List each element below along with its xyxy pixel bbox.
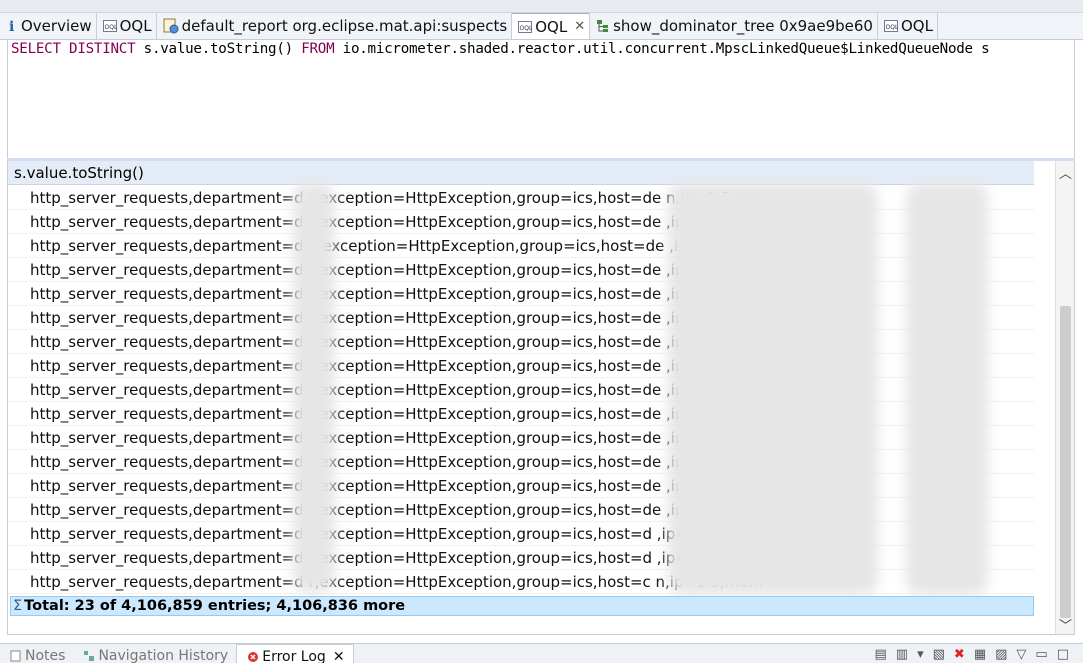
export-icon[interactable]: ▤ — [874, 647, 886, 662]
total-row[interactable]: Σ Total: 23 of 4,106,859 entries; 4,106,8… — [10, 596, 1034, 616]
table-row[interactable]: http_server_requests,department=d r,exce… — [8, 450, 1034, 474]
table-row[interactable]: http_server_requests,department=d r,exce… — [8, 522, 1034, 546]
dropdown-icon[interactable]: ▾ — [917, 647, 924, 662]
maximize-icon[interactable]: □ — [1057, 647, 1069, 662]
delete-icon[interactable]: ✖ — [954, 647, 965, 662]
svg-text:OQL: OQL — [104, 24, 117, 31]
editor-tab-strip: i Overview OQL OQL default_report org.ec… — [0, 13, 1083, 40]
table-row[interactable]: http_server_requests,department=d r,exce… — [8, 306, 1034, 330]
table-row[interactable]: http_server_requests,department=d r,exce… — [8, 258, 1034, 282]
tab-oql-3[interactable]: OQL OQL — [878, 13, 938, 39]
tab-label: OQL — [119, 17, 152, 35]
tree-icon — [596, 19, 610, 33]
table-row[interactable]: http_server_requests,department=d r,exce… — [8, 474, 1034, 498]
report-icon — [163, 18, 179, 34]
svg-text:OQL: OQL — [520, 25, 533, 32]
tab-error-log[interactable]: Error Log ✕ — [236, 644, 354, 663]
oql-query-editor[interactable]: SELECT DISTINCT s.value.toString() FROM … — [7, 40, 1075, 158]
oql-icon: OQL — [883, 19, 898, 33]
table-row[interactable]: http_server_requests,department=d r,exce… — [8, 210, 1034, 234]
query-target-class: io.micrometer.shaded.reactor.util.concur… — [334, 41, 990, 57]
restore-icon[interactable]: ▨ — [995, 647, 1007, 662]
table-row[interactable]: http_server_requests,department=d r,exce… — [8, 402, 1034, 426]
tab-label: Overview — [21, 17, 92, 35]
redaction-blur — [668, 183, 878, 595]
table-row[interactable]: http_server_requests,department=d r,exce… — [8, 426, 1034, 450]
sigma-icon: Σ — [13, 598, 23, 614]
notes-icon — [10, 650, 22, 662]
tab-navigation-history[interactable]: Navigation History — [73, 644, 236, 663]
redaction-blur — [293, 183, 335, 593]
tab-overview[interactable]: i Overview — [0, 13, 97, 39]
tab-label: OQL — [900, 17, 933, 35]
view-toolbar: ▤ ▥ ▾ ▧ ✖ ▦ ▨ ▽ ▭ □ — [874, 647, 1069, 662]
table-row[interactable]: http_server_requests,department=d r,exce… — [8, 282, 1034, 306]
scrollbar-thumb[interactable] — [1060, 306, 1071, 618]
tab-label: Error Log — [262, 649, 326, 663]
keyword-from: FROM — [301, 41, 335, 57]
svg-text:i: i — [9, 19, 14, 33]
tab-oql-active[interactable]: OQL OQL ✕ — [512, 13, 591, 39]
keyword-select: SELECT DISTINCT — [11, 41, 136, 57]
table-row[interactable]: http_server_requests,department=d r,exce… — [8, 186, 1034, 210]
tab-notes[interactable]: Notes — [0, 644, 73, 663]
history-icon — [83, 650, 95, 662]
scroll-up-icon[interactable]: ︿ — [1056, 163, 1074, 182]
tab-dominator-tree[interactable]: show_dominator_tree 0x9ae9be60 — [590, 13, 878, 39]
clear-log-icon[interactable]: ▧ — [933, 647, 945, 662]
close-icon[interactable]: ✕ — [333, 649, 345, 663]
total-label: Total: 23 of 4,106,859 entries; 4,106,83… — [24, 598, 406, 614]
tab-label: Navigation History — [98, 648, 229, 663]
svg-text:OQL: OQL — [885, 24, 898, 31]
redaction-blur — [906, 183, 988, 595]
scroll-down-icon[interactable]: ﹀ — [1056, 615, 1074, 634]
column-header[interactable]: s.value.toString() — [8, 161, 1034, 185]
table-row[interactable]: http_server_requests,department=d r,exce… — [8, 354, 1034, 378]
close-icon[interactable]: ✕ — [574, 19, 585, 34]
error-log-icon — [247, 651, 259, 663]
query-expression: s.value.toString() — [135, 41, 302, 57]
table-row[interactable]: http_server_requests,department=d r,exce… — [8, 546, 1034, 570]
open-log-icon[interactable]: ▦ — [974, 647, 986, 662]
tab-default-report[interactable]: default_report org.eclipse.mat.api:suspe… — [157, 13, 513, 39]
import-icon[interactable]: ▥ — [896, 647, 908, 662]
table-rows: http_server_requests,department=d r,exce… — [8, 186, 1034, 594]
tab-label: show_dominator_tree 0x9ae9be60 — [613, 17, 873, 35]
table-row[interactable]: http_server_requests,department=d r,exce… — [8, 498, 1034, 522]
result-table: s.value.toString() http_server_requests,… — [7, 161, 1075, 635]
vertical-scrollbar[interactable]: ︿ ﹀ — [1055, 161, 1074, 634]
minimize-icon[interactable]: ▭ — [1035, 647, 1047, 662]
tab-oql-1[interactable]: OQL OQL — [97, 13, 157, 39]
table-row[interactable]: http_server_requests,department=de ,exce… — [8, 234, 1034, 258]
info-icon: i — [6, 19, 18, 33]
toolbar-area — [0, 0, 1083, 13]
oql-icon: OQL — [518, 20, 533, 34]
oql-icon: OQL — [102, 19, 117, 33]
tab-label: Notes — [25, 648, 66, 663]
table-row[interactable]: http_server_requests,department=d r,exce… — [8, 330, 1034, 354]
tab-label: default_report org.eclipse.mat.api:suspe… — [181, 17, 508, 35]
bottom-view-tab-strip: Notes Navigation History Error Log ✕ ▤ ▥… — [0, 643, 1083, 663]
tab-label: OQL — [535, 17, 568, 36]
table-row[interactable]: http_server_requests,department=d r,exce… — [8, 378, 1034, 402]
view-menu-icon[interactable]: ▽ — [1016, 647, 1026, 662]
table-row[interactable]: http_server_requests,department=d r,exce… — [8, 570, 1034, 594]
